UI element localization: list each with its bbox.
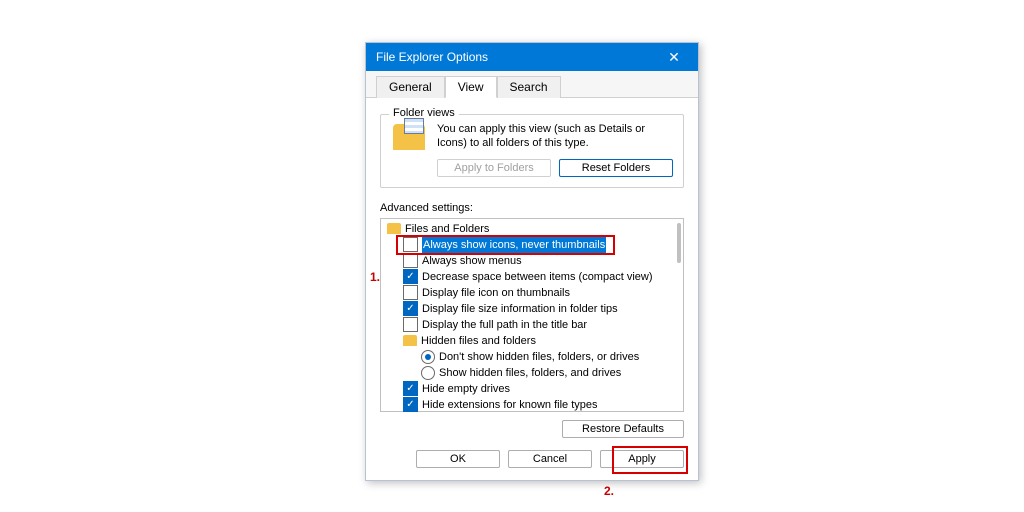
option-label: Hide extensions for known file types bbox=[422, 397, 597, 413]
folder-views-group: Folder views You can apply this view (su… bbox=[380, 114, 684, 188]
checkbox-icon[interactable] bbox=[403, 317, 418, 332]
option-compact-view[interactable]: ✓ Decrease space between items (compact … bbox=[385, 269, 671, 285]
folder-icon bbox=[393, 124, 425, 150]
checkbox-icon[interactable] bbox=[403, 285, 418, 300]
option-hide-extensions[interactable]: ✓ Hide extensions for known file types bbox=[385, 397, 671, 413]
option-icon-on-thumbnails[interactable]: Display file icon on thumbnails bbox=[385, 285, 671, 301]
option-always-show-menus[interactable]: Always show menus bbox=[385, 253, 671, 269]
tabs: General View Search bbox=[366, 71, 698, 98]
annotation-label-1: 1. bbox=[370, 270, 380, 284]
tab-general[interactable]: General bbox=[376, 76, 445, 98]
option-full-path-titlebar[interactable]: Display the full path in the title bar bbox=[385, 317, 671, 333]
option-label: Display file size information in folder … bbox=[422, 301, 618, 317]
checkbox-icon[interactable]: ✓ bbox=[403, 269, 418, 284]
window-title: File Explorer Options bbox=[376, 50, 656, 64]
radio-icon[interactable] bbox=[421, 350, 435, 364]
dialog-body: Folder views You can apply this view (su… bbox=[366, 98, 698, 480]
restore-defaults-button[interactable]: Restore Defaults bbox=[562, 420, 684, 438]
option-label: Display file icon on thumbnails bbox=[422, 285, 570, 301]
option-size-info-tips[interactable]: ✓ Display file size information in folde… bbox=[385, 301, 671, 317]
option-label: Show hidden files, folders, and drives bbox=[439, 365, 621, 381]
option-always-show-icons[interactable]: Always show icons, never thumbnails bbox=[385, 237, 671, 253]
group-hidden-files: Hidden files and folders bbox=[385, 333, 671, 349]
option-hide-empty-drives[interactable]: ✓ Hide empty drives bbox=[385, 381, 671, 397]
close-icon[interactable]: ✕ bbox=[656, 46, 692, 68]
option-label: Hide empty drives bbox=[422, 381, 510, 397]
group-files-and-folders: Files and Folders bbox=[385, 221, 671, 237]
radio-dont-show-hidden[interactable]: Don't show hidden files, folders, or dri… bbox=[385, 349, 671, 365]
checkbox-icon[interactable] bbox=[403, 253, 418, 268]
scrollbar[interactable] bbox=[675, 221, 681, 409]
folder-views-help: You can apply this view (such as Details… bbox=[437, 123, 675, 151]
titlebar: File Explorer Options ✕ bbox=[366, 43, 698, 71]
option-label: Always show icons, never thumbnails bbox=[422, 237, 606, 253]
scrollbar-thumb[interactable] bbox=[677, 223, 681, 263]
ok-button[interactable]: OK bbox=[416, 450, 500, 468]
radio-show-hidden[interactable]: Show hidden files, folders, and drives bbox=[385, 365, 671, 381]
checkbox-icon[interactable]: ✓ bbox=[403, 397, 418, 412]
radio-icon[interactable] bbox=[421, 366, 435, 380]
checkbox-icon[interactable]: ✓ bbox=[403, 301, 418, 316]
annotation-label-2: 2. bbox=[604, 484, 614, 498]
reset-folders-button[interactable]: Reset Folders bbox=[559, 159, 673, 177]
option-label: Always show menus bbox=[422, 253, 522, 269]
cancel-button[interactable]: Cancel bbox=[508, 450, 592, 468]
file-explorer-options-dialog: File Explorer Options ✕ General View Sea… bbox=[365, 42, 699, 481]
apply-to-folders-button: Apply to Folders bbox=[437, 159, 551, 177]
folder-icon bbox=[387, 223, 401, 234]
option-label: Display the full path in the title bar bbox=[422, 317, 587, 333]
folder-icon bbox=[403, 335, 417, 346]
tab-search[interactable]: Search bbox=[497, 76, 561, 98]
apply-button[interactable]: Apply bbox=[600, 450, 684, 468]
checkbox-icon[interactable] bbox=[403, 237, 418, 252]
advanced-settings-label: Advanced settings: bbox=[380, 202, 684, 214]
option-label: Decrease space between items (compact vi… bbox=[422, 269, 652, 285]
tab-view[interactable]: View bbox=[445, 76, 497, 98]
option-label: Don't show hidden files, folders, or dri… bbox=[439, 349, 639, 365]
folder-views-icon bbox=[389, 123, 429, 151]
stage: File Explorer Options ✕ General View Sea… bbox=[0, 0, 1024, 512]
checkbox-icon[interactable]: ✓ bbox=[403, 381, 418, 396]
advanced-settings-tree[interactable]: Files and Folders Always show icons, nev… bbox=[380, 218, 684, 412]
